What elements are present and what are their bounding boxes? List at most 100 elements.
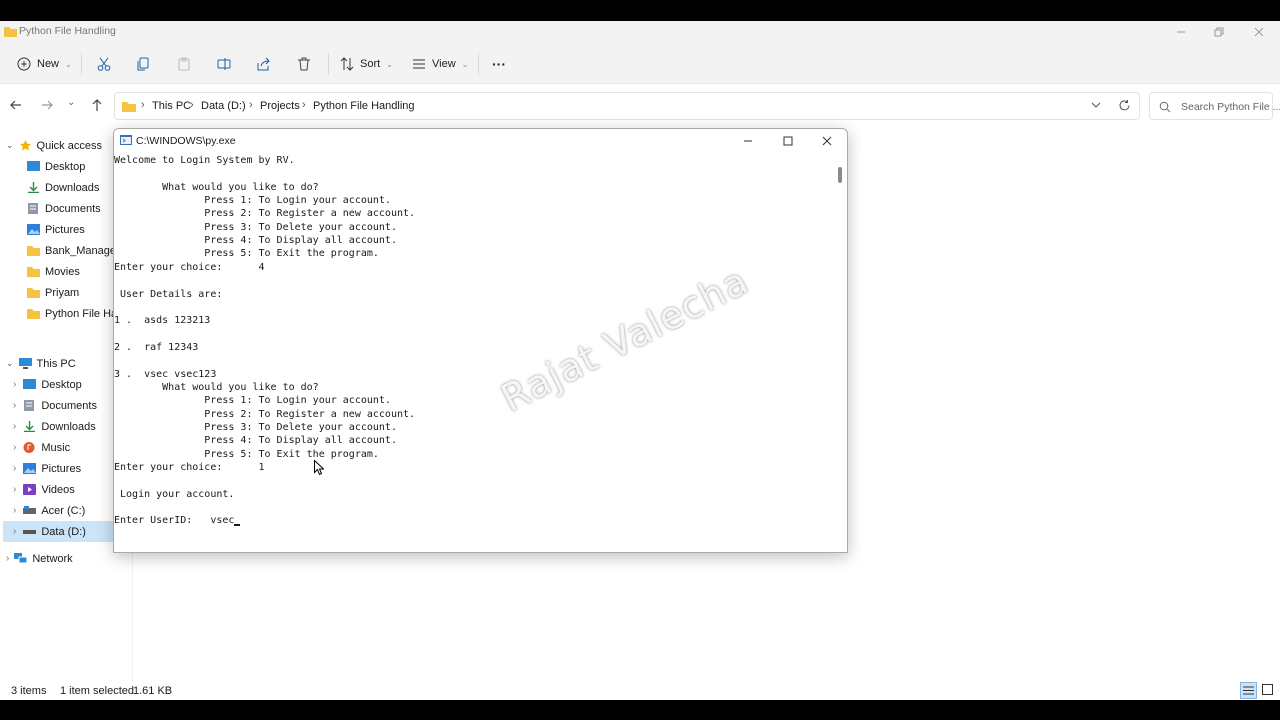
folder-icon	[122, 102, 136, 112]
console-line: Press 5: To Exit the program.	[114, 248, 379, 260]
maximize-icon	[783, 136, 793, 146]
text-cursor	[234, 524, 241, 527]
cut-button[interactable]	[94, 54, 114, 74]
divider	[478, 53, 479, 75]
arrow-up-icon	[92, 99, 102, 111]
console-title: C:\WINDOWS\py.exe	[136, 135, 236, 147]
console-line: Enter UserID: vsec	[114, 515, 235, 527]
folder-icon	[27, 309, 40, 319]
python-console-icon	[120, 135, 132, 145]
minimize-icon	[1177, 31, 1185, 33]
up-button[interactable]	[90, 98, 104, 115]
view-button[interactable]: View ⌄	[412, 53, 468, 75]
desktop-icon	[27, 161, 40, 171]
search-box[interactable]: Search Python File ...	[1149, 92, 1280, 120]
sidebar-item-label: Documents	[41, 399, 97, 412]
pictures-icon	[23, 463, 37, 474]
share-button[interactable]	[254, 54, 274, 74]
share-icon	[257, 57, 270, 71]
tiles-view-button[interactable]	[1261, 683, 1274, 696]
console-scrollbar-thumb[interactable]	[838, 167, 842, 183]
paste-button[interactable]	[174, 54, 194, 74]
console-line: Enter your choice: 1	[114, 462, 265, 474]
rename-button[interactable]	[214, 54, 234, 74]
refresh-button[interactable]	[1118, 99, 1131, 115]
chevron-right-icon: ›	[13, 442, 17, 453]
folder-icon	[27, 288, 40, 298]
star-icon	[19, 140, 31, 151]
command-bar: New ⌄ Sort ⌄ View ⌄ ···	[0, 43, 1280, 84]
chevron-right-icon: ›	[6, 553, 10, 564]
console-title-bar[interactable]: C:\WINDOWS\py.exe	[114, 129, 847, 153]
selection-size: 1.61 KB	[133, 685, 173, 697]
chevron-right-icon: ›	[302, 99, 306, 111]
console-maximize-button[interactable]	[768, 129, 808, 153]
delete-button[interactable]	[294, 54, 314, 74]
console-line: 2 . raf 12343	[114, 341, 199, 353]
folder-icon	[27, 246, 40, 256]
breadcrumb-data-d[interactable]: Data (D:)	[201, 100, 246, 112]
console-line: What would you like to do?	[114, 381, 319, 393]
recent-locations-button[interactable]: ⌄	[67, 97, 75, 108]
breadcrumb-projects[interactable]: Projects	[260, 100, 300, 112]
console-window[interactable]: C:\WINDOWS\py.exe Welcome to Login Syste…	[113, 128, 848, 553]
mouse-cursor-icon	[314, 460, 324, 475]
back-button[interactable]	[9, 98, 23, 115]
more-options-button[interactable]: ···	[492, 53, 506, 75]
restore-icon	[1214, 27, 1224, 37]
forward-button[interactable]	[40, 98, 54, 115]
console-line: Press 1: To Login your account.	[114, 395, 391, 407]
minimize-button[interactable]	[1170, 21, 1192, 43]
computer-icon	[18, 358, 32, 369]
chevron-right-icon: ›	[141, 99, 145, 111]
window-title: Python File Handling	[19, 25, 116, 37]
close-icon	[1254, 27, 1264, 37]
sort-icon	[340, 57, 354, 71]
folder-icon	[4, 27, 17, 37]
restore-button[interactable]	[1208, 21, 1230, 43]
sidebar-item-label: Pictures	[45, 223, 85, 236]
view-icon	[413, 59, 425, 69]
close-button[interactable]	[1248, 21, 1270, 43]
details-view-button[interactable]	[1240, 682, 1257, 699]
sidebar-item-label: Videos	[41, 483, 75, 496]
sidebar-item-label: Documents	[45, 202, 101, 215]
chevron-right-icon: ›	[13, 379, 17, 390]
network-icon	[14, 553, 28, 564]
copy-button[interactable]	[134, 54, 154, 74]
console-minimize-button[interactable]	[728, 129, 768, 153]
breadcrumb-this-pc[interactable]: This PC	[152, 100, 191, 112]
chevron-right-icon: ›	[13, 484, 17, 495]
new-button[interactable]: New ⌄	[17, 53, 72, 75]
document-icon	[28, 203, 38, 214]
chevron-down-icon: ⌄	[65, 59, 72, 69]
sort-button[interactable]: Sort ⌄	[340, 53, 393, 75]
chevron-down-icon: ⌄	[67, 97, 76, 108]
sidebar-item-label: Python File Han	[45, 307, 124, 320]
address-dropdown-button[interactable]	[1090, 99, 1102, 114]
console-line: 3 . vsec vsec123	[114, 368, 217, 380]
more-icon: ···	[492, 56, 506, 72]
console-line: Press 4: To Display all account.	[114, 435, 397, 447]
rename-icon	[217, 58, 231, 70]
pictures-icon	[27, 224, 40, 235]
drive-icon	[23, 530, 37, 534]
search-placeholder: Search Python File ...	[1181, 101, 1280, 113]
scissors-icon	[97, 57, 111, 71]
tiles-view-icon	[1262, 684, 1273, 695]
desktop-icon	[23, 379, 37, 389]
chevron-right-icon: ›	[13, 526, 17, 537]
console-line: Press 2: To Register a new account.	[114, 408, 416, 420]
details-view-icon	[1243, 686, 1254, 695]
chevron-down-icon: ⌄	[6, 358, 14, 368]
console-output[interactable]: Welcome to Login System by RV. What woul…	[114, 153, 836, 552]
item-count: 3 items	[11, 685, 47, 697]
chevron-down-icon: ⌄	[461, 59, 469, 69]
address-bar[interactable]: › This PC › Data (D:) › Projects › Pytho…	[114, 92, 1140, 120]
chevron-down-icon: ⌄	[6, 140, 14, 150]
console-line: 1 . asds 123213	[114, 315, 211, 327]
trash-icon	[298, 57, 310, 71]
console-close-button[interactable]	[807, 129, 847, 153]
breadcrumb-python-file-handling[interactable]: Python File Handling	[313, 100, 415, 112]
sidebar-item-label: Downloads	[45, 181, 100, 194]
